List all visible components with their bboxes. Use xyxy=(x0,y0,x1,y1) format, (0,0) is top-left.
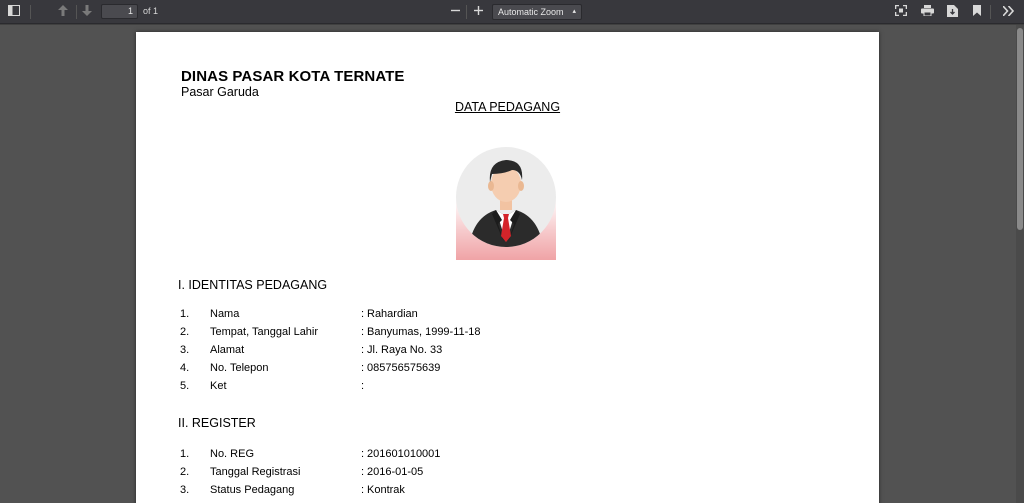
register-row: 3. Status Pedagang : Kontrak xyxy=(178,484,798,500)
toolbar-separator xyxy=(990,5,991,19)
fullscreen-icon xyxy=(895,5,907,19)
tools-button[interactable] xyxy=(998,3,1018,21)
row-value: Kontrak xyxy=(367,484,405,496)
pdf-page: DINAS PASAR KOTA TERNATE Pasar Garuda DA… xyxy=(136,32,879,503)
minus-icon xyxy=(450,6,460,18)
row-colon: : xyxy=(361,484,365,496)
row-label: No. REG xyxy=(210,448,255,460)
download-button[interactable] xyxy=(942,3,962,21)
section-register-title: II. REGISTER xyxy=(178,416,256,430)
row-colon: : xyxy=(361,362,365,374)
double-chevron-right-icon xyxy=(1001,4,1014,19)
zoom-select-value: Automatic Zoom xyxy=(498,7,564,17)
row-number: 4. xyxy=(180,362,190,374)
arrow-up-icon xyxy=(58,5,68,19)
row-number: 1. xyxy=(180,448,190,460)
organization-subtitle: Pasar Garuda xyxy=(181,85,259,99)
row-number: 2. xyxy=(180,326,190,338)
zoom-in-button[interactable] xyxy=(468,3,488,21)
next-page-button[interactable] xyxy=(77,3,97,21)
row-colon: : xyxy=(361,326,365,338)
row-label: Tanggal Registrasi xyxy=(210,466,301,478)
row-label: Nama xyxy=(210,308,240,320)
presentation-mode-button[interactable] xyxy=(891,3,911,21)
row-number: 1. xyxy=(180,308,190,320)
row-label: Status Pedagang xyxy=(210,484,295,496)
print-button[interactable] xyxy=(917,3,937,21)
identity-row: 5. Ket : xyxy=(178,380,798,396)
document-title: DATA PEDAGANG xyxy=(454,100,561,114)
sidebar-toggle-icon xyxy=(8,5,20,19)
row-number: 5. xyxy=(180,380,190,392)
zoom-select[interactable]: Automatic Zoom ▴ xyxy=(492,4,582,20)
identity-row: 2. Tempat, Tanggal Lahir : Banyumas, 199… xyxy=(178,326,798,342)
row-label: No. Telepon xyxy=(210,362,269,374)
row-value: 085756575639 xyxy=(367,362,441,374)
download-icon xyxy=(946,4,958,20)
section-identity-title: I. IDENTITAS PEDAGANG xyxy=(178,278,328,292)
identity-row: 3. Alamat : Jl. Raya No. 33 xyxy=(178,344,798,360)
pdf-toolbar: 1 of 1 Automatic Zoom ▴ xyxy=(0,0,1024,24)
row-number: 2. xyxy=(180,466,190,478)
toolbar-separator xyxy=(30,5,31,19)
trader-photo xyxy=(456,146,556,260)
arrow-down-icon xyxy=(82,5,92,19)
register-row: 1. No. REG : 201601010001 xyxy=(178,448,798,464)
row-colon: : xyxy=(361,308,365,320)
row-number: 3. xyxy=(180,344,190,356)
plus-icon xyxy=(473,6,483,18)
register-row: 2. Tanggal Registrasi : 2016-01-05 xyxy=(178,466,798,482)
toolbar-separator xyxy=(466,5,467,19)
row-label: Alamat xyxy=(210,344,245,356)
row-value: Rahardian xyxy=(367,308,418,320)
sidebar-toggle-button[interactable] xyxy=(4,3,24,21)
print-icon xyxy=(920,5,934,19)
identity-row: 4. No. Telepon : 085756575639 xyxy=(178,362,798,378)
row-number: 3. xyxy=(180,484,190,496)
page-count-label: of 1 xyxy=(143,6,159,16)
identity-row: 1. Nama : Rahardian xyxy=(178,308,798,324)
row-value: Jl. Raya No. 33 xyxy=(367,344,443,356)
scrollbar-thumb[interactable] xyxy=(1017,28,1023,230)
person-avatar-icon xyxy=(456,147,556,247)
bookmark-button[interactable] xyxy=(967,3,987,21)
row-colon: : xyxy=(361,380,365,392)
chevron-updown-icon: ▴ xyxy=(572,8,576,15)
row-colon: : xyxy=(361,466,365,478)
page-number-input[interactable]: 1 xyxy=(101,4,138,19)
zoom-out-button[interactable] xyxy=(445,3,465,21)
row-value: 2016-01-05 xyxy=(367,466,424,478)
row-value: 201601010001 xyxy=(367,448,441,460)
row-value: Banyumas, 1999-11-18 xyxy=(367,326,481,338)
row-colon: : xyxy=(361,344,365,356)
organization-name: DINAS PASAR KOTA TERNATE xyxy=(181,68,405,85)
vertical-scrollbar[interactable] xyxy=(1016,25,1024,503)
row-label: Tempat, Tanggal Lahir xyxy=(210,326,319,338)
bookmark-icon xyxy=(973,5,981,19)
previous-page-button[interactable] xyxy=(53,3,73,21)
row-colon: : xyxy=(361,448,365,460)
row-label: Ket xyxy=(210,380,227,392)
